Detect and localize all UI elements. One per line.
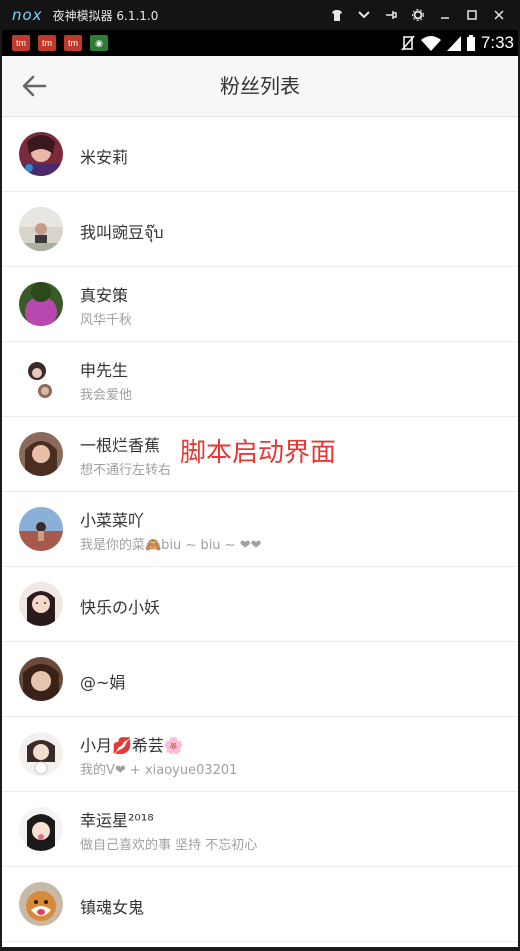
fan-name: 申先生 xyxy=(80,361,129,380)
avatar[interactable] xyxy=(19,132,63,176)
nox-logo: nox xyxy=(12,6,43,24)
fan-signature: 我会爱他 xyxy=(80,388,133,403)
fan-list-item[interactable]: 真安策 风华千秋 xyxy=(0,267,520,342)
signal-icon xyxy=(446,35,461,51)
emulator-frame-bottom xyxy=(0,947,520,951)
fan-list-item[interactable]: 幸运星²⁰¹⁸ 做自己喜欢的事 坚持 不忘初心 xyxy=(0,792,520,867)
fan-name: 真安策 xyxy=(80,286,129,305)
fan-list-item[interactable]: 小月💋希芸🌸 我的V❤ + xiaoyue03201 xyxy=(0,717,520,792)
fan-list-item[interactable]: 快乐の小妖 xyxy=(0,567,520,642)
avatar[interactable] xyxy=(19,357,63,401)
vibrate-off-icon xyxy=(401,35,415,51)
app-notification-icon: tm xyxy=(64,35,82,51)
fan-name: 镇魂女鬼 xyxy=(80,898,145,917)
pin-icon[interactable] xyxy=(377,0,404,30)
maximize-icon[interactable] xyxy=(458,0,485,30)
gear-icon[interactable] xyxy=(404,0,431,30)
avatar[interactable] xyxy=(19,807,63,851)
shirt-icon[interactable] xyxy=(323,0,350,30)
app-notification-icon: tm xyxy=(38,35,56,51)
fan-signature: 我是你的菜🙈biu ~ biu ~ ❤❤ xyxy=(80,538,262,553)
fan-list-item[interactable]: 我叫豌豆จุ๊บ xyxy=(0,192,520,267)
app-notification-icon: tm xyxy=(12,35,30,51)
emulator-frame-left xyxy=(0,30,2,951)
fan-name: 快乐の小妖 xyxy=(80,598,161,617)
fan-name: 小月💋希芸🌸 xyxy=(80,736,184,755)
fan-list-item[interactable]: 小菜菜吖 我是你的菜🙈biu ~ biu ~ ❤❤ xyxy=(0,492,520,567)
avatar[interactable] xyxy=(19,732,63,776)
minimize-icon[interactable] xyxy=(431,0,458,30)
fan-list-item[interactable]: @~娟 xyxy=(0,642,520,717)
close-icon[interactable] xyxy=(485,0,512,30)
app-header: 粉丝列表 xyxy=(0,56,520,117)
wifi-icon xyxy=(420,35,441,51)
android-status-bar: tm tm tm ◉ 7:33 xyxy=(0,30,520,56)
avatar[interactable] xyxy=(19,657,63,701)
fan-signature: 风华千秋 xyxy=(80,313,133,328)
fan-list-item[interactable]: 申先生 我会爱他 xyxy=(0,342,520,417)
app-notification-icon: ◉ xyxy=(90,35,108,51)
script-launch-overlay-text: 脚本启动界面 xyxy=(180,438,337,468)
emulator-title-bar: nox 夜神模拟器 6.1.1.0 xyxy=(0,0,520,30)
chevron-down-icon[interactable] xyxy=(350,0,377,30)
fan-name: 我叫豌豆จุ๊บ xyxy=(80,223,164,242)
status-clock: 7:33 xyxy=(480,33,514,52)
avatar[interactable] xyxy=(19,207,63,251)
fan-name: @~娟 xyxy=(80,673,126,692)
fan-name: 米安莉 xyxy=(80,148,129,167)
fan-signature: 我的V❤ + xiaoyue03201 xyxy=(80,763,238,778)
battery-icon xyxy=(466,35,475,51)
avatar[interactable] xyxy=(19,882,63,926)
fan-name: 小菜菜吖 xyxy=(80,511,145,530)
avatar[interactable] xyxy=(19,432,63,476)
avatar[interactable] xyxy=(19,282,63,326)
avatar[interactable] xyxy=(19,507,63,551)
fan-list-item[interactable]: 米安莉 xyxy=(0,117,520,192)
fan-list-item[interactable]: 镇魂女鬼 xyxy=(0,867,520,942)
fan-list: 米安莉 我叫豌豆จุ๊บ 真安策 风华千秋 申先生 我会爱他 一根烂香蕉 想不通… xyxy=(0,117,520,942)
avatar[interactable] xyxy=(19,582,63,626)
page-title: 粉丝列表 xyxy=(220,74,300,98)
fan-signature: 做自己喜欢的事 坚持 不忘初心 xyxy=(80,838,258,853)
emulator-controls xyxy=(323,0,512,30)
emulator-title: 夜神模拟器 6.1.1.0 xyxy=(52,8,159,23)
fan-name: 幸运星²⁰¹⁸ xyxy=(80,811,154,830)
fan-name: 一根烂香蕉 xyxy=(80,436,161,455)
fan-signature: 想不通行左转右 xyxy=(80,463,172,478)
